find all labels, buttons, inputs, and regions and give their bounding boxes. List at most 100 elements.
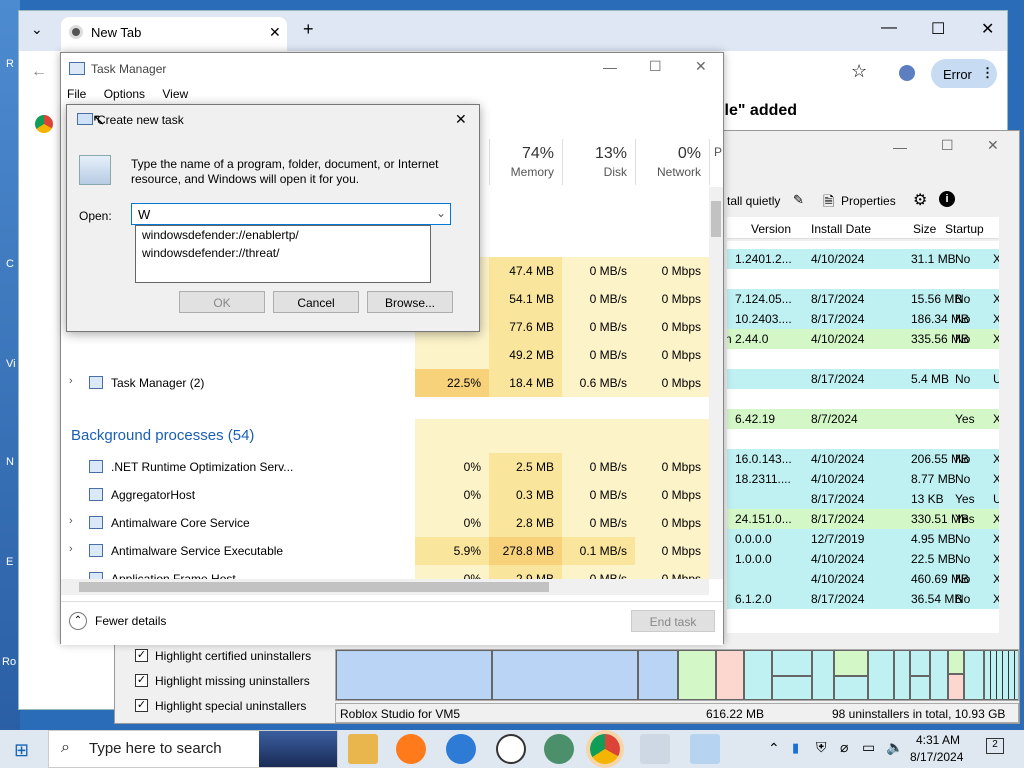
minimize-icon[interactable]: — (881, 19, 897, 37)
close-icon[interactable]: ✕ (269, 24, 281, 41)
treemap-block[interactable] (492, 650, 638, 700)
checkbox-box[interactable]: ✓ (135, 674, 148, 687)
error-button[interactable]: Error ⋮ (931, 59, 997, 89)
column-header-power[interactable]: P (709, 139, 723, 185)
treemap-block[interactable] (678, 650, 716, 700)
treemap-block[interactable] (910, 650, 930, 676)
windows-start-icon[interactable]: ⊞ (14, 740, 29, 761)
browse-button[interactable]: Browse... (367, 291, 453, 313)
scrollbar-thumb[interactable] (79, 582, 549, 592)
checkbox-box[interactable]: ✓ (135, 699, 148, 712)
open-input[interactable]: W (138, 207, 150, 222)
table-row[interactable]: n 2.44.0 4/10/2024 335.56 MB No X (727, 329, 999, 349)
process-row[interactable]: › Antimalware Service Executable 5.9% 278.8… (61, 537, 709, 565)
table-row[interactable]: 1.0.0.0 4/10/2024 22.5 MB No X (727, 549, 999, 569)
edit-icon[interactable]: ✎ (793, 192, 804, 208)
tab-new-tab[interactable]: New Tab ✕ (61, 17, 287, 51)
table-row[interactable]: 8/17/2024 5.4 MB No U (727, 369, 999, 389)
table-row[interactable] (727, 429, 999, 449)
chevron-up-icon[interactable]: ⌃ (768, 740, 780, 757)
column-header-install-date[interactable]: Install Date (811, 222, 871, 236)
suggestion-item[interactable]: windowsdefender://enablertp/ (142, 228, 299, 242)
process-row[interactable]: Application Frame Host 0% 2.9 MB 0 MB/s 0 Mb… (61, 565, 709, 579)
checkbox-box[interactable]: ✓ (135, 649, 148, 662)
close-icon[interactable]: ✕ (455, 111, 467, 128)
treemap-block[interactable] (834, 676, 868, 700)
clock-time[interactable]: 4:31 AM (916, 733, 960, 747)
tray-app-icon[interactable]: ▮ (792, 740, 799, 756)
table-row[interactable]: 18.2311.... 4/10/2024 8.77 MB No X (727, 469, 999, 489)
table-row[interactable]: 6.1.2.0 8/17/2024 36.54 MB No X (727, 589, 999, 609)
column-header-size[interactable]: Size (913, 222, 936, 236)
end-task-button[interactable]: End task (631, 610, 715, 632)
menu-options[interactable]: Options (104, 87, 145, 101)
process-row[interactable]: .NET Runtime Optimization Serv... 0% 2.5 M… (61, 453, 709, 481)
volume-icon[interactable]: 🔈 (886, 739, 903, 756)
treemap-block[interactable] (834, 650, 868, 676)
process-row[interactable]: AggregatorHost 0% 0.3 MB 0 MB/s 0 Mbps (61, 481, 709, 509)
table-row[interactable]: 4/10/2024 460.69 MB No X (727, 569, 999, 589)
column-header-startup[interactable]: Startup (945, 222, 984, 236)
star-icon[interactable]: ☆ (851, 61, 867, 82)
scrollbar-thumb[interactable] (711, 201, 721, 237)
table-row[interactable] (727, 269, 999, 289)
treemap-block[interactable] (948, 674, 964, 700)
treemap-block[interactable] (772, 676, 812, 700)
table-row[interactable]: 7.124.05... 8/17/2024 15.56 MB No X (727, 289, 999, 309)
task-manager-taskbar-icon[interactable] (640, 734, 670, 764)
treemap-block[interactable] (716, 650, 744, 700)
treemap-block[interactable] (336, 650, 492, 700)
minimize-icon[interactable]: — (893, 139, 907, 155)
plus-icon[interactable]: + (303, 19, 314, 40)
close-window-icon[interactable]: ✕ (981, 19, 994, 39)
highlight-missing-checkbox[interactable]: ✓ Highlight missing uninstallers (135, 672, 335, 694)
back-icon[interactable]: ← (31, 63, 47, 81)
size-treemap[interactable] (335, 649, 1019, 701)
firefox-icon[interactable] (396, 734, 426, 764)
suggestion-item[interactable]: windowsdefender://threat/ (142, 246, 279, 260)
display-icon[interactable]: ▭ (862, 739, 875, 756)
file-explorer-icon[interactable] (348, 734, 378, 764)
table-row[interactable]: 0.0.0.0 12/7/2019 4.95 MB No X (727, 529, 999, 549)
horizontal-scrollbar[interactable] (61, 579, 709, 595)
column-header-network[interactable]: 0% Network (635, 139, 709, 185)
process-row[interactable]: 49.2 MB 0 MB/s 0 Mbps (61, 341, 709, 369)
maximize-icon[interactable]: ☐ (649, 58, 662, 75)
run-taskbar-icon[interactable] (690, 734, 720, 764)
highlight-special-checkbox[interactable]: ✓ Highlight special uninstallers (135, 697, 335, 719)
notification-icon[interactable]: 2 (986, 738, 1004, 754)
table-row[interactable]: 6.42.19 8/7/2024 Yes X (727, 409, 999, 429)
table-row[interactable]: 10.2403.... 8/17/2024 186.34 MB No X (727, 309, 999, 329)
profile-icon[interactable] (899, 65, 915, 81)
treemap-block[interactable] (984, 650, 1018, 700)
chrome-taskbar-icon[interactable] (590, 734, 620, 764)
highlight-certified-checkbox[interactable]: ✓ Highlight certified uninstallers (135, 647, 335, 669)
treemap-block[interactable] (894, 650, 910, 700)
menu-file[interactable]: File (67, 87, 86, 101)
chevron-down-icon[interactable]: ⌄ (31, 21, 43, 38)
table-row[interactable] (727, 389, 999, 409)
treemap-block[interactable] (638, 650, 678, 700)
process-row[interactable]: › Antimalware Core Service 0% 2.8 MB 0 MB/s 0… (61, 509, 709, 537)
chromium-icon[interactable] (446, 734, 476, 764)
treemap-block[interactable] (910, 676, 930, 700)
expand-icon[interactable]: › (69, 543, 73, 555)
treemap-block[interactable] (744, 650, 772, 700)
close-window-icon[interactable]: ✕ (695, 58, 707, 75)
column-header-disk[interactable]: 13% Disk (562, 139, 635, 185)
maximize-icon[interactable]: ☐ (941, 137, 954, 154)
table-row[interactable]: 8/17/2024 13 KB Yes U (727, 489, 999, 509)
properties-button[interactable]: Properties (841, 194, 896, 208)
chevron-down-icon[interactable]: ⌄ (436, 206, 446, 220)
treemap-block[interactable] (812, 650, 834, 700)
table-row[interactable]: 24.151.0... 8/17/2024 330.51 MB Yes X (727, 509, 999, 529)
maximize-icon[interactable]: ☐ (931, 19, 945, 39)
taskbar-search[interactable]: ⌕ Type here to search (48, 730, 338, 768)
minimize-icon[interactable]: — (603, 59, 617, 75)
treemap-block[interactable] (772, 650, 812, 676)
expand-icon[interactable]: › (69, 515, 73, 527)
treemap-block[interactable] (948, 650, 964, 674)
column-header-memory[interactable]: 74% Memory (489, 139, 562, 185)
column-header-version[interactable]: Version (751, 222, 791, 236)
gear-icon[interactable]: ⚙ (913, 190, 927, 210)
